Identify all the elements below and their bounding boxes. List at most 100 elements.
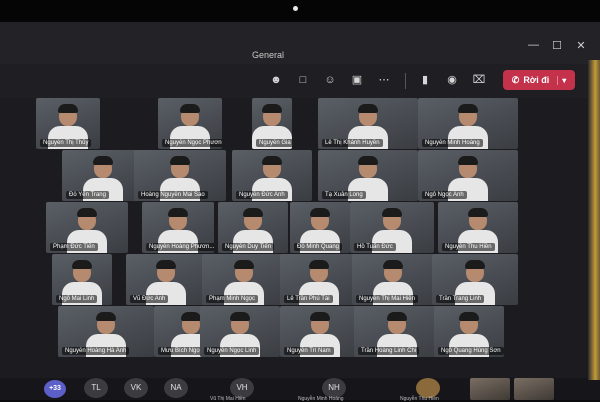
avatar-label: Vũ Thị Mai Hiền [210, 396, 246, 402]
participant-name: Ngô Mai Linh [56, 295, 98, 303]
participant-name: Nguyễn Hoàng Hà Anh [62, 347, 130, 355]
participant-tile[interactable]: Trần Hoàng Linh Chi [354, 306, 440, 357]
participant-tile[interactable]: Lê Trần Phú Tài [280, 254, 358, 305]
mic-icon[interactable]: ◉ [444, 72, 460, 88]
participant-name: Đỗ Minh Quang [294, 243, 343, 251]
participant-hair [156, 260, 176, 269]
participant-name: Nguyễn Minh Hoàng [422, 139, 483, 147]
participant-tile[interactable]: Ngô Mai Linh [52, 254, 112, 305]
participant-hair [168, 208, 188, 217]
participant-name: Phạm Minh Ngọc [206, 295, 259, 303]
participant-tile[interactable]: Vũ Đức Anh [126, 254, 206, 305]
chat-icon[interactable]: □ [295, 72, 311, 88]
close-icon[interactable]: ✕ [576, 39, 586, 52]
participant-tile[interactable]: Phạm Minh Ngọc [202, 254, 286, 305]
participant-hair [383, 260, 403, 269]
avatar[interactable]: TL [84, 378, 108, 398]
participant-tile[interactable]: Ngô Ngọc Anh [418, 150, 518, 201]
phone-icon: ✆ [511, 74, 520, 85]
avatar[interactable]: VH [230, 378, 254, 398]
avatar-label: Nguyễn Thu Hiền [400, 396, 439, 402]
participant-hair [243, 208, 263, 217]
participant-name: Đỗ Yến Trang [66, 191, 109, 199]
participant-hair [459, 312, 479, 321]
participant-hair [230, 312, 250, 321]
participant-tile[interactable]: Hoàng Nguyễn Mai Sao [134, 150, 226, 201]
participant-tile[interactable]: Đỗ Yến Trang [62, 150, 144, 201]
people-icon[interactable]: ☻ [268, 72, 284, 88]
maximize-icon[interactable]: ☐ [552, 39, 562, 52]
leave-button[interactable]: ✆ Rời đi ▾ [503, 70, 575, 90]
participant-tile[interactable]: Nguyễn Ngọc Phương Chi [158, 98, 222, 149]
participant-name: Nguyễn Thị Mai Hiền [356, 295, 418, 303]
webcam-indicator [293, 6, 298, 11]
participant-tile[interactable]: Nguyễn Minh Hoàng [418, 98, 518, 149]
participant-tile[interactable]: Nguyễn Hoàng Hà Anh [58, 306, 154, 357]
participant-tile[interactable]: Nguyễn Duy Tiến [218, 202, 288, 253]
participant-name: Mưu Bích Ngọc [158, 347, 206, 355]
participant-tile[interactable]: Phạm Đức Tiến [46, 202, 128, 253]
participant-tile[interactable]: Trần Trang Linh [432, 254, 518, 305]
participant-hair [180, 104, 200, 113]
avatar[interactable] [416, 378, 440, 398]
participant-name: Phạm Đức Tiến [50, 243, 98, 251]
participant-hair [458, 104, 478, 113]
participant-tile[interactable]: Nguyễn Thị Mai Hiền [352, 254, 434, 305]
video-grid: Nguyễn Thị Thủy Nguyễn Ngọc Phương Chi Ngu… [22, 98, 582, 378]
participant-tile[interactable]: Lê Thị Khánh Huyền [318, 98, 418, 149]
participant-hair [387, 312, 407, 321]
participant-tile[interactable]: Nguyễn Hoàng Phươn... [142, 202, 214, 253]
rooms-icon[interactable]: ▣ [349, 72, 365, 88]
avatar[interactable]: NA [164, 378, 188, 398]
participant-name: Nguyễn Ngọc Phương Chi [162, 139, 222, 147]
participant-hair [234, 260, 254, 269]
participant-tile[interactable]: Hồ Tuấn Đức [350, 202, 434, 253]
reactions-icon[interactable]: ☺ [322, 72, 338, 88]
participant-hair [72, 260, 92, 269]
video-thumbnail[interactable] [514, 378, 554, 400]
participant-tile[interactable]: Nguyễn Gia Huy [252, 98, 292, 149]
minimize-icon[interactable]: — [528, 39, 539, 52]
participant-tile[interactable]: Đỗ Minh Quang [290, 202, 350, 253]
leave-label: Rời đi [523, 75, 550, 85]
window-title: General [251, 50, 285, 60]
participant-hair [58, 104, 78, 113]
title-bar: General — ☐ ✕ [0, 22, 600, 64]
participant-name: Ngô Ngọc Anh [422, 191, 467, 199]
participant-name: Nguyễn Trí Nam [284, 347, 334, 355]
participant-hair [465, 260, 485, 269]
video-thumbnail[interactable] [470, 378, 510, 400]
participant-tile[interactable]: Nguyễn Đức Anh [232, 150, 312, 201]
participant-tile[interactable]: Ngô Quang Hùng Sơn [434, 306, 504, 357]
avatar[interactable]: VK [124, 378, 148, 398]
participant-name: Nguyễn Đức Anh [236, 191, 288, 199]
participant-name: Nguyễn Duy Tiến [222, 243, 275, 251]
participant-name: Vũ Đức Anh [130, 295, 169, 303]
participant-hair [93, 156, 113, 165]
share-icon[interactable]: ⌧ [471, 72, 487, 88]
avatar[interactable]: NH [322, 378, 346, 398]
participant-tile[interactable]: Nguyễn Trí Nam [280, 306, 360, 357]
camera-icon[interactable]: ▮ [417, 72, 433, 88]
participant-hair [382, 208, 402, 217]
background-object [588, 60, 600, 380]
teams-window: General — ☐ ✕ ☻ □ ☺ ▣ ⋯ ▮ ◉ ⌧ ✆ Rời đi ▾… [0, 22, 600, 402]
window-controls: — ☐ ✕ [528, 39, 586, 52]
avatar-label: Nguyễn Minh Hoàng [298, 396, 344, 402]
participant-name: Trần Trang Linh [436, 295, 485, 303]
toolbar-divider [405, 73, 406, 89]
participant-name: Hoàng Nguyễn Mai Sao [138, 191, 208, 199]
participant-tile[interactable]: Nguyễn Thị Thủy [36, 98, 100, 149]
participant-tile[interactable]: Nguyễn Thu Hiền [438, 202, 518, 253]
participant-hair [77, 208, 97, 217]
chevron-down-icon[interactable]: ▾ [557, 75, 566, 85]
participant-hair [181, 312, 201, 321]
participant-name: Nguyễn Thị Thủy [40, 139, 92, 147]
overflow-count-badge[interactable]: +33 [44, 380, 66, 398]
participant-hair [262, 104, 282, 113]
participant-tile[interactable]: Tạ Xuân Long [318, 150, 418, 201]
participant-tile[interactable]: Nguyễn Ngọc Linh [200, 306, 280, 357]
participant-name: Lê Trần Phú Tài [284, 295, 333, 303]
participant-name: Trần Hoàng Linh Chi [358, 347, 420, 355]
more-icon[interactable]: ⋯ [376, 72, 392, 88]
